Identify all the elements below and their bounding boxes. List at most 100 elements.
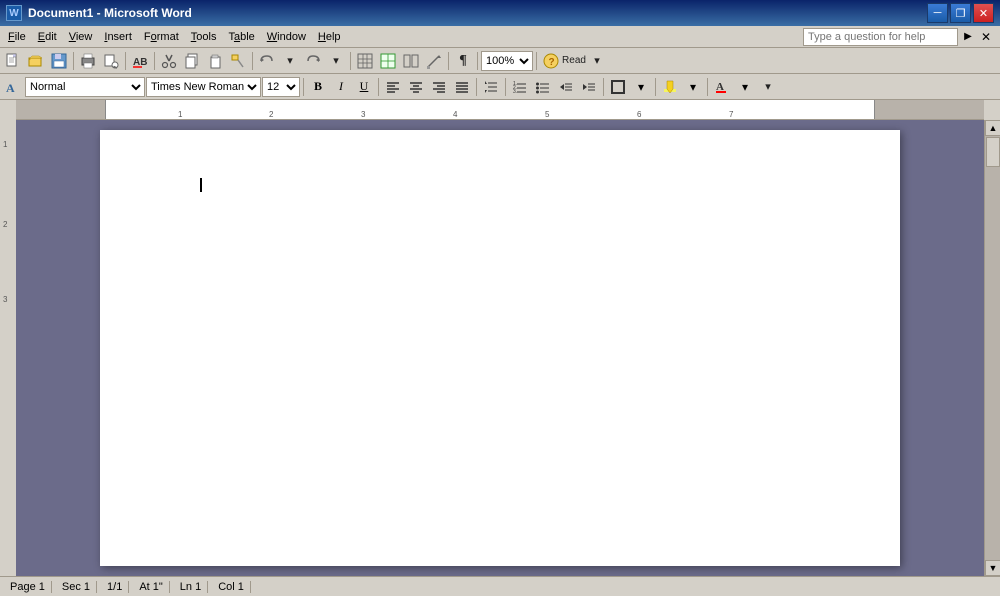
font-color-dropdown[interactable]: ▾ — [734, 76, 756, 98]
insert-table-button[interactable] — [354, 50, 376, 72]
zoom-area: 100% 75% 150% — [481, 51, 533, 71]
sep5 — [350, 52, 351, 70]
align-right-button[interactable] — [428, 76, 450, 98]
save-button[interactable] — [48, 50, 70, 72]
sep6 — [448, 52, 449, 70]
menu-file[interactable]: File — [2, 29, 32, 45]
open-button[interactable] — [25, 50, 47, 72]
help-input[interactable] — [803, 28, 958, 46]
main-toolbar: ABC ▾ ▾ ¶ 100% 75% 150% — [0, 48, 1000, 74]
copy-button[interactable] — [181, 50, 203, 72]
line-spacing-button[interactable] — [480, 76, 502, 98]
align-center-button[interactable] — [405, 76, 427, 98]
help-button[interactable]: ? — [540, 50, 562, 72]
border-dropdown[interactable]: ▾ — [630, 76, 652, 98]
menu-edit[interactable]: Edit — [32, 29, 63, 45]
fmt-sep6 — [655, 78, 656, 96]
window-title: Document1 - Microsoft Word — [28, 6, 927, 20]
left-ruler: 1 2 3 — [0, 120, 16, 576]
menu-bar: File Edit View Insert Format Tools Table… — [0, 26, 1000, 48]
align-left-button[interactable] — [382, 76, 404, 98]
help-area: ▶ ✕ — [803, 28, 998, 46]
ruler-right-margin — [874, 100, 984, 119]
svg-text:?: ? — [549, 57, 555, 68]
help-close-button[interactable]: ✕ — [978, 29, 994, 45]
format-bar: A Normal Heading 1 Heading 2 Times New R… — [0, 74, 1000, 100]
menu-insert[interactable]: Insert — [98, 29, 138, 45]
menu-table[interactable]: Table — [222, 29, 260, 45]
bullet-list-button[interactable] — [532, 76, 554, 98]
help-search-button[interactable]: ▶ — [960, 29, 976, 45]
redo-dropdown[interactable]: ▾ — [325, 50, 347, 72]
doc-area[interactable] — [16, 120, 984, 576]
sep7 — [477, 52, 478, 70]
status-page: Page 1 — [4, 581, 52, 593]
show-hide-button[interactable]: ¶ — [452, 50, 474, 72]
sep3 — [154, 52, 155, 70]
format-options-button[interactable]: ▾ — [757, 76, 779, 98]
fmt-sep1 — [303, 78, 304, 96]
decrease-indent-button[interactable] — [555, 76, 577, 98]
title-bar: W Document1 - Microsoft Word ─ ❐ ✕ — [0, 0, 1000, 26]
ruler-left-margin — [16, 100, 106, 119]
ruler: 1 2 3 4 5 6 7 — [0, 100, 1000, 120]
zoom-select[interactable]: 100% 75% 150% — [481, 51, 533, 71]
right-scrollbar[interactable]: ▲ ▼ — [984, 120, 1000, 576]
scroll-up-button[interactable]: ▲ — [985, 120, 1000, 136]
menu-window[interactable]: Window — [261, 29, 312, 45]
numbered-list-button[interactable]: 1.2.3. — [509, 76, 531, 98]
italic-button[interactable]: I — [330, 76, 352, 98]
drawing-button[interactable] — [423, 50, 445, 72]
status-bar: Page 1 Sec 1 1/1 At 1" Ln 1 Col 1 — [0, 576, 1000, 596]
print-preview-button[interactable] — [100, 50, 122, 72]
fmt-sep7 — [707, 78, 708, 96]
document-page[interactable] — [100, 130, 900, 566]
ruler-right-side — [984, 100, 1000, 120]
scroll-down-button[interactable]: ▼ — [985, 560, 1000, 576]
redo-button[interactable] — [302, 50, 324, 72]
menu-view[interactable]: View — [63, 29, 99, 45]
font-dropdown[interactable]: Times New Roman Arial Courier New — [146, 77, 261, 97]
sep4 — [252, 52, 253, 70]
fmt-sep5 — [603, 78, 604, 96]
restore-button[interactable]: ❐ — [950, 3, 971, 23]
undo-button[interactable] — [256, 50, 278, 72]
status-page-of: 1/1 — [101, 581, 129, 593]
style-dropdown[interactable]: Normal Heading 1 Heading 2 — [25, 77, 145, 97]
outside-border-button[interactable] — [607, 76, 629, 98]
cut-button[interactable] — [158, 50, 180, 72]
scroll-thumb[interactable] — [986, 137, 1000, 167]
spell-button[interactable]: ABC — [129, 50, 151, 72]
main-area: 1 2 3 ▲ ▼ — [0, 120, 1000, 576]
bold-button[interactable]: B — [307, 76, 329, 98]
fmt-sep3 — [476, 78, 477, 96]
app-icon: W — [6, 5, 22, 21]
svg-text:A: A — [6, 81, 15, 95]
toolbar-options-button[interactable]: ▾ — [586, 50, 608, 72]
menu-tools[interactable]: Tools — [185, 29, 223, 45]
svg-text:3.: 3. — [513, 89, 517, 95]
menu-format[interactable]: Format — [138, 29, 185, 45]
undo-dropdown[interactable]: ▾ — [279, 50, 301, 72]
underline-button[interactable]: U — [353, 76, 375, 98]
increase-indent-button[interactable] — [578, 76, 600, 98]
font-color-button[interactable]: A — [711, 76, 733, 98]
insert-excel-button[interactable] — [377, 50, 399, 72]
scroll-track[interactable] — [985, 136, 1000, 560]
format-painter-button[interactable] — [227, 50, 249, 72]
size-dropdown[interactable]: 12 10 14 16 — [262, 77, 300, 97]
justify-button[interactable] — [451, 76, 473, 98]
close-button[interactable]: ✕ — [973, 3, 994, 23]
read-button[interactable]: Read — [563, 50, 585, 72]
sep8 — [536, 52, 537, 70]
menu-help[interactable]: Help — [312, 29, 347, 45]
highlight-button[interactable] — [659, 76, 681, 98]
new-button[interactable] — [2, 50, 24, 72]
print-button[interactable] — [77, 50, 99, 72]
paste-button[interactable] — [204, 50, 226, 72]
status-col: Col 1 — [212, 581, 251, 593]
minimize-button[interactable]: ─ — [927, 3, 948, 23]
columns-button[interactable] — [400, 50, 422, 72]
window-controls: ─ ❐ ✕ — [927, 3, 994, 23]
highlight-dropdown[interactable]: ▾ — [682, 76, 704, 98]
